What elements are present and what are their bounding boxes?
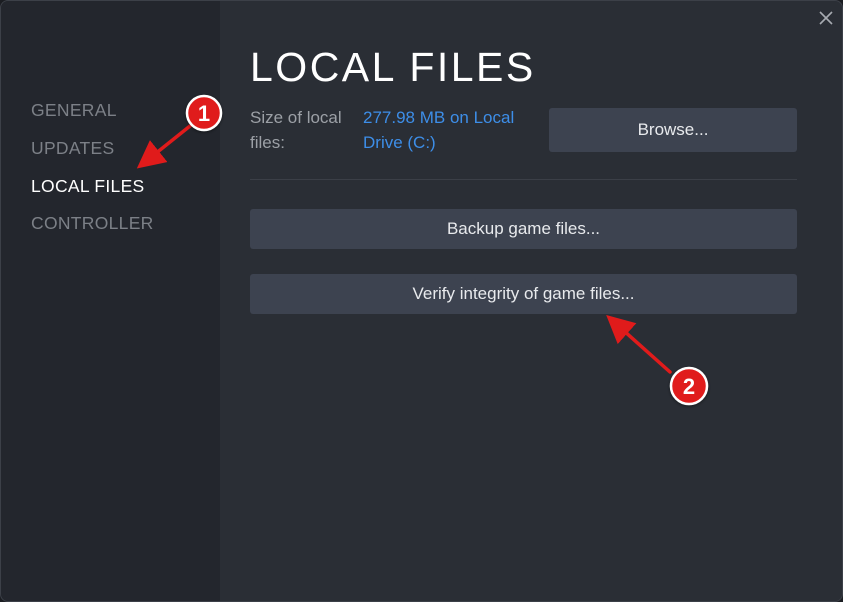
sidebar: GENERAL UPDATES LOCAL FILES CONTROLLER — [1, 1, 220, 601]
sidebar-item-local-files[interactable]: LOCAL FILES — [31, 176, 145, 197]
sidebar-item-general[interactable]: GENERAL — [31, 100, 117, 121]
browse-button[interactable]: Browse... — [549, 108, 797, 152]
sidebar-item-controller[interactable]: CONTROLLER — [31, 213, 154, 234]
properties-window: GENERAL UPDATES LOCAL FILES CONTROLLER L… — [0, 0, 843, 602]
close-icon — [819, 11, 833, 25]
backup-game-files-button[interactable]: Backup game files... — [250, 209, 797, 249]
divider — [250, 179, 797, 180]
page-title: LOCAL FILES — [250, 44, 536, 90]
verify-integrity-button[interactable]: Verify integrity of game files... — [250, 274, 797, 314]
size-value-link[interactable]: 277.98 MB on Local Drive (C:) — [363, 105, 543, 155]
sidebar-item-updates[interactable]: UPDATES — [31, 138, 114, 159]
close-button[interactable] — [815, 7, 837, 29]
size-label: Size of local files: — [250, 108, 342, 152]
